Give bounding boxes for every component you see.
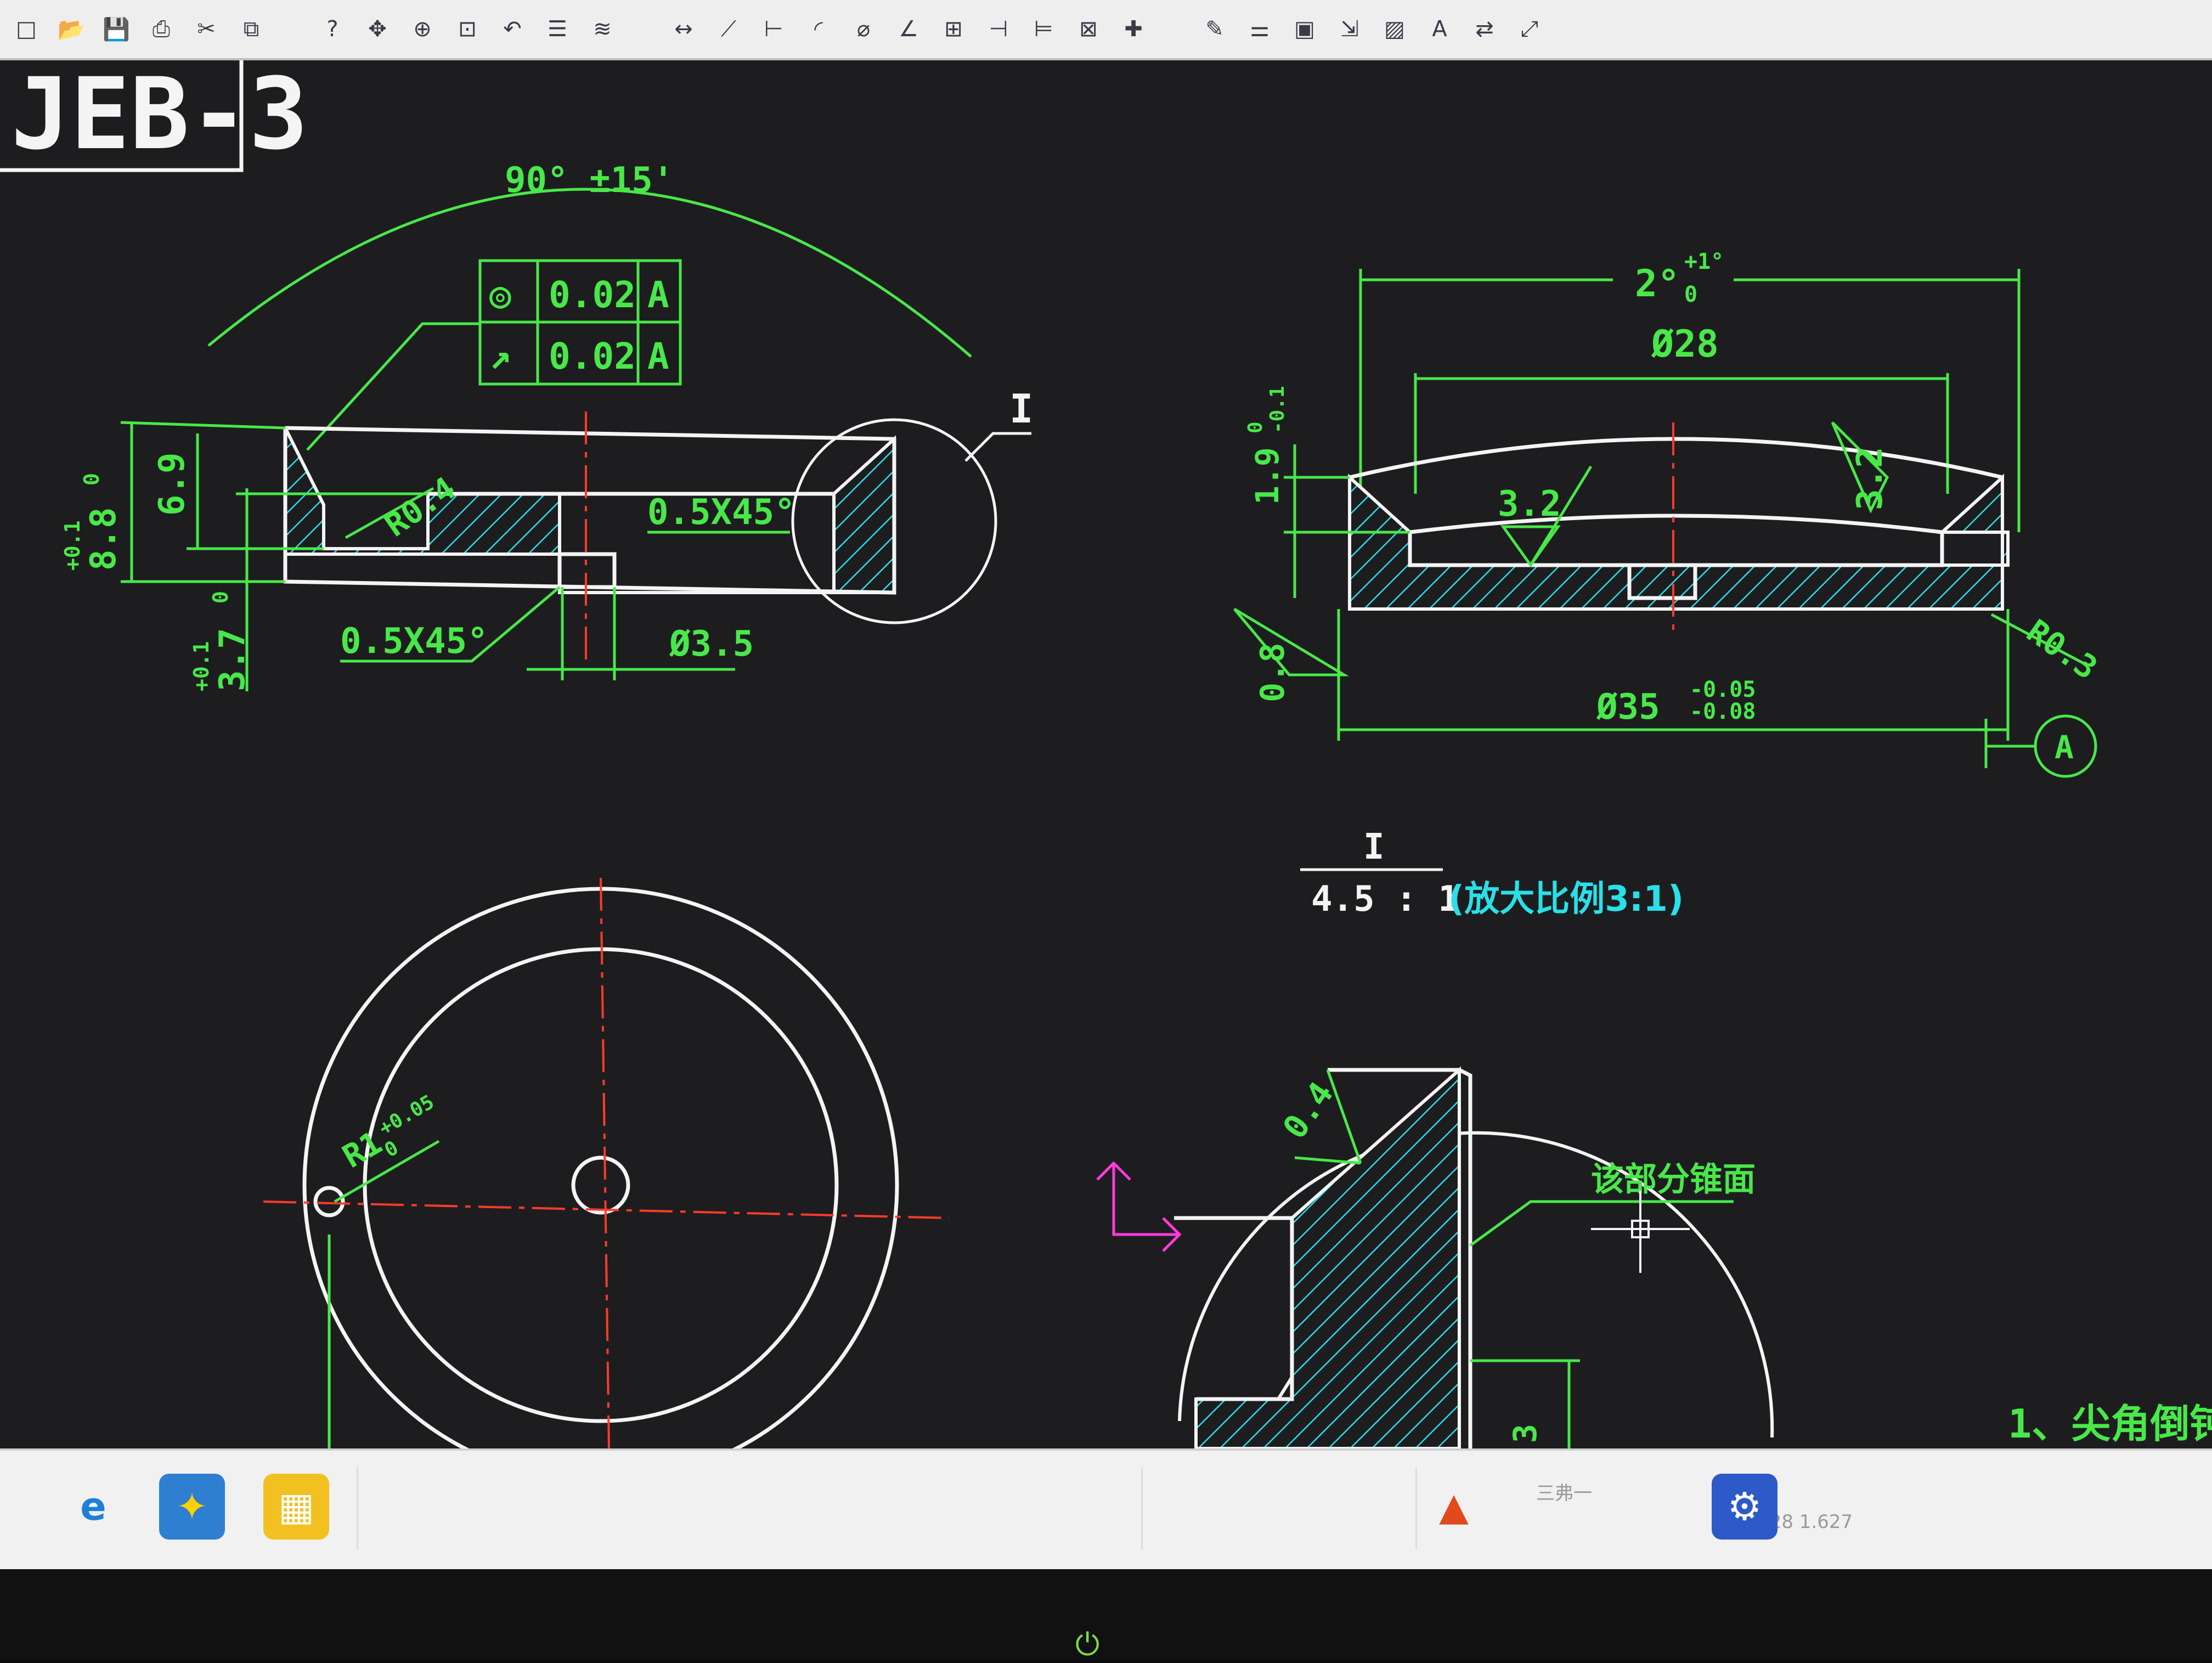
tolerance-icon[interactable]: ⊠ xyxy=(1073,14,1104,44)
svg-text:Ø3.5: Ø3.5 xyxy=(669,624,754,664)
svg-text:A: A xyxy=(647,335,669,377)
properties-icon[interactable]: ☰ xyxy=(542,14,573,44)
continue-icon[interactable]: ⊨ xyxy=(1028,14,1059,44)
pan-icon[interactable]: ✥ xyxy=(362,14,393,44)
svg-text:+0.1: +0.1 xyxy=(189,641,213,691)
power-icon: ⏻ xyxy=(1075,1627,1100,1662)
svg-text:+1°: +1° xyxy=(1684,249,1724,274)
taskbar-slot[interactable] xyxy=(1141,1467,1417,1549)
svg-text:◎: ◎ xyxy=(489,274,511,316)
svg-text:3.7: 3.7 xyxy=(212,628,253,691)
zoom-realtime-icon[interactable]: ⊕ xyxy=(407,14,438,44)
linear-dimension-icon[interactable]: ↔ xyxy=(668,14,699,44)
note-line: 1、尖角倒钝 xyxy=(2008,1401,2212,1447)
cut-icon[interactable]: ✂ xyxy=(191,14,222,44)
svg-text:0.02: 0.02 xyxy=(549,274,636,316)
svg-text:1.9: 1.9 xyxy=(1249,447,1286,505)
feature-control-frame: ◎ 0.02 A ↗ 0.02 A xyxy=(306,259,682,451)
svg-text:2°: 2° xyxy=(1635,262,1680,306)
radius-icon[interactable]: ◜ xyxy=(803,14,834,44)
svg-text:0: 0 xyxy=(80,473,104,486)
monitor-bezel xyxy=(0,1569,2212,1659)
svg-text:+0.1: +0.1 xyxy=(60,520,84,571)
taskbar-text-a: 三弗一 xyxy=(1536,1482,1592,1504)
quick-dimension-icon[interactable]: ⊞ xyxy=(938,14,969,44)
taskbar: e ✦ ▦ ▲ 三弗一 80.928 1.627 ⚙ xyxy=(0,1448,2212,1571)
toolbar: □ 📂 💾 ⎙ ✂ ⧉? ✥ ⊕ ⊡ ↶ ☰ ≋ ↔ ⟋ ⊢ ◜ ⌀ ∠ ⊞ ⊣ ⊨ ⊠ ✚ ✎ ⚌ ▣ ⇲ ▨ A ⇄ ⤢ xyxy=(0,0,2212,60)
new-icon[interactable]: □ xyxy=(11,14,42,44)
svg-text:0.8: 0.8 xyxy=(1254,643,1292,702)
center-mark-icon[interactable]: ✚ xyxy=(1118,14,1149,44)
detail-scale-label: I 4.5 : 1 (放大比例3:1) xyxy=(1300,827,1684,920)
svg-text:R1: R1 xyxy=(336,1124,388,1175)
match-icon[interactable]: ⇄ xyxy=(1469,14,1500,44)
baseline-icon[interactable]: ⊣ xyxy=(983,14,1014,44)
svg-text:-0.1: -0.1 xyxy=(1266,386,1289,433)
svg-text:4.5 : 1: 4.5 : 1 xyxy=(1311,879,1459,920)
title-block-text: JEB-3 xyxy=(11,60,308,172)
right-hatch-body xyxy=(1348,473,2010,611)
svg-text:Ø35: Ø35 xyxy=(1596,687,1660,728)
right-section-view: 2° +1° 0 Ø28 3.2 3.2 1.9 0 -0.1 0.8 Ø35 … xyxy=(1233,249,2104,778)
taskbar-slot[interactable] xyxy=(357,1467,1137,1549)
dimension-style-icon[interactable]: ⚌ xyxy=(1244,14,1275,44)
left-angle-dim: 90° ±15' xyxy=(505,160,674,201)
print-icon[interactable]: ⎙ xyxy=(146,14,177,44)
ordinate-icon[interactable]: ⊢ xyxy=(758,14,789,44)
ie-icon[interactable]: e xyxy=(60,1474,126,1540)
layer-icon[interactable]: ≋ xyxy=(587,14,618,44)
svg-text:0.5X45°: 0.5X45° xyxy=(340,621,488,662)
svg-text:(放大比例3:1): (放大比例3:1) xyxy=(1448,879,1684,920)
detail-hatch xyxy=(1194,1066,1461,1448)
svg-text:0: 0 xyxy=(208,591,233,604)
zoom-previous-icon[interactable]: ↶ xyxy=(497,14,528,44)
settings-app-icon[interactable]: ⚙ xyxy=(1712,1474,1778,1540)
angular-icon[interactable]: ∠ xyxy=(893,14,924,44)
detail-marker: I xyxy=(1009,386,1033,432)
svg-text:0.4: 0.4 xyxy=(1276,1075,1341,1146)
svg-text:A: A xyxy=(2055,729,2074,766)
dimension-edit-icon[interactable]: ✎ xyxy=(1199,14,1230,44)
svg-text:0: 0 xyxy=(1684,282,1697,307)
svg-text:3.2: 3.2 xyxy=(1498,484,1561,525)
hatch-icon[interactable]: ▨ xyxy=(1379,14,1410,44)
svg-text:6.9: 6.9 xyxy=(152,452,193,516)
drawing-canvas[interactable]: JEB-3 90° ±15' ◎ 0.02 A ↗ 0.02 A I R0.4 … xyxy=(0,60,2212,1448)
copy-icon[interactable]: ⧉ xyxy=(236,14,267,44)
title-block: JEB-3 xyxy=(0,60,308,172)
detail-view: 0.4 该部分锥面 3 xyxy=(1096,1066,1774,1448)
aligned-dimension-icon[interactable]: ⟋ xyxy=(713,14,744,44)
zoom-extents-icon[interactable]: ⤢ xyxy=(1514,14,1545,44)
insert-icon[interactable]: ⇲ xyxy=(1334,14,1365,44)
svg-text:该部分锥面: 该部分锥面 xyxy=(1591,1160,1756,1199)
ucs-icon xyxy=(1096,1161,1182,1252)
zoom-window-icon[interactable]: ⊡ xyxy=(452,14,483,44)
diameter-icon[interactable]: ⌀ xyxy=(848,14,879,44)
svg-text:0.02: 0.02 xyxy=(549,335,636,377)
top-view: R1 +0.05 0 xyxy=(263,877,950,1448)
svg-text:Ø28: Ø28 xyxy=(1651,323,1719,366)
text-icon[interactable]: A xyxy=(1424,14,1455,44)
svg-text:+0.05: +0.05 xyxy=(375,1091,438,1140)
svg-text:↗: ↗ xyxy=(489,335,511,377)
svg-text:A: A xyxy=(647,274,669,316)
svg-text:I: I xyxy=(1363,827,1385,867)
svg-text:0.5X45°: 0.5X45° xyxy=(647,492,795,533)
app-icon[interactable]: ✦ xyxy=(159,1474,225,1540)
block-icon[interactable]: ▣ xyxy=(1289,14,1320,44)
left-section-view: 90° ±15' ◎ 0.02 A ↗ 0.02 A I R0.4 0.5X45… xyxy=(60,160,1033,691)
svg-text:8.8: 8.8 xyxy=(83,507,124,571)
svg-text:-0.08: -0.08 xyxy=(1690,699,1756,724)
save-icon[interactable]: 💾 xyxy=(101,14,132,44)
angle-dimension-arc xyxy=(207,188,972,358)
svg-text:0: 0 xyxy=(1244,421,1267,433)
cad-drawing: JEB-3 90° ±15' ◎ 0.02 A ↗ 0.02 A I R0.4 … xyxy=(0,60,2212,1448)
svg-text:3: 3 xyxy=(1506,1424,1544,1443)
svg-text:3.2: 3.2 xyxy=(1850,447,1891,510)
open-icon[interactable]: 📂 xyxy=(56,14,87,44)
help-icon[interactable]: ? xyxy=(317,14,348,44)
folder-app-icon[interactable]: ▦ xyxy=(263,1474,329,1540)
svg-text:R0.3: R0.3 xyxy=(2020,612,2104,687)
